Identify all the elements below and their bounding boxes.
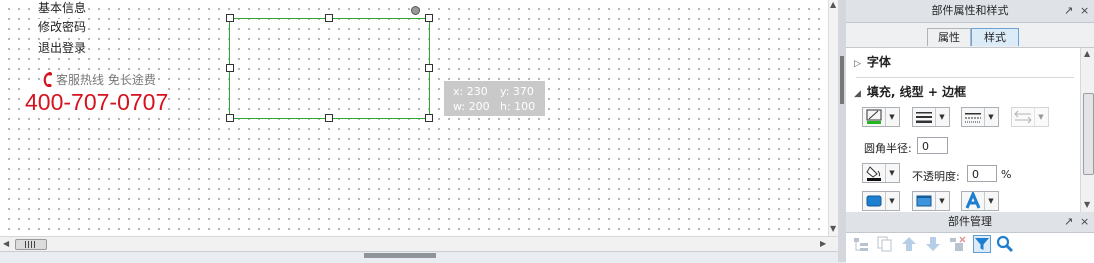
delete-icon[interactable] — [948, 235, 966, 253]
coordinate-tooltip: x: 230 y: 370 w: 200 h: 100 — [444, 81, 545, 116]
resize-handle-e[interactable] — [425, 64, 433, 72]
menu-change-password[interactable]: 修改密码 — [38, 19, 87, 35]
expanded-arrow-icon: ◢ — [854, 89, 861, 99]
chevron-down-icon[interactable]: ▼ — [935, 192, 948, 210]
pin-icon[interactable]: ↗ — [1064, 212, 1073, 232]
scroll-left-icon[interactable]: ◀ — [3, 239, 9, 248]
border-color-icon — [863, 164, 885, 182]
chevron-down-icon[interactable]: ▼ — [1034, 108, 1047, 126]
divider — [856, 77, 1074, 78]
shadow-icon — [863, 192, 885, 210]
line-weight-icon — [913, 108, 935, 126]
chevron-down-icon[interactable]: ▼ — [984, 108, 997, 126]
horizontal-scroll-thumb[interactable] — [15, 239, 47, 250]
tooltip-y: y: 370 — [500, 85, 534, 98]
section-font-label: 字体 — [866, 55, 891, 69]
inner-shadow-button[interactable]: ▼ — [912, 191, 950, 211]
resize-handle-w[interactable] — [226, 64, 234, 72]
move-down-icon[interactable] — [924, 235, 942, 253]
scroll-down-icon[interactable]: ▼ — [1084, 200, 1090, 209]
properties-scrollbar[interactable]: ▲ ▼ — [1080, 48, 1094, 212]
copy-icon[interactable] — [876, 235, 894, 253]
widget-manager-header: 部件管理 ↗ × — [846, 212, 1094, 233]
filter-icon[interactable] — [973, 235, 991, 253]
order-icon[interactable] — [852, 235, 870, 253]
resize-handle-n[interactable] — [325, 14, 333, 22]
corner-radius-input[interactable]: 0 — [917, 137, 948, 154]
resize-handle-sw[interactable] — [226, 114, 234, 122]
opacity-label: 不透明度: — [912, 170, 960, 183]
border-color-button[interactable]: ▼ — [862, 163, 900, 183]
section-fill-label: 填充, 线型 + 边框 — [866, 85, 967, 99]
design-canvas[interactable]: 基本信息 修改密码 退出登录 客服热线 免长途费 400-707-0707 x:… — [0, 0, 838, 236]
section-fill[interactable]: ◢ 填充, 线型 + 边框 — [854, 83, 966, 101]
chevron-down-icon[interactable]: ▼ — [885, 164, 898, 182]
panel-splitter[interactable] — [838, 0, 846, 262]
properties-tabs: 属性 样式 — [846, 23, 1094, 48]
corner-radius-label: 圆角半径: — [864, 142, 912, 155]
scroll-down-icon[interactable]: ▼ — [830, 224, 836, 233]
widget-manager-title: 部件管理 — [948, 215, 992, 228]
collapsed-arrow-icon: ▷ — [854, 59, 861, 69]
opacity-unit: % — [1001, 168, 1012, 181]
resize-handle-ne[interactable] — [425, 14, 433, 22]
line-style-button[interactable]: ▼ — [961, 107, 999, 127]
widget-manager-panel: 部件管理 ↗ × — [846, 212, 1094, 262]
splitter-grip[interactable] — [840, 56, 844, 104]
opacity-input[interactable]: 0 — [967, 165, 997, 182]
close-icon[interactable]: × — [1080, 212, 1089, 232]
resize-handle-nw[interactable] — [226, 14, 234, 22]
grip-icon — [25, 241, 37, 248]
fill-color-icon — [863, 108, 885, 126]
canvas-horizontal-scrollbar[interactable]: ◀ ▶ — [0, 236, 838, 251]
chevron-down-icon[interactable]: ▼ — [885, 108, 898, 126]
tooltip-w: w: 200 — [453, 100, 490, 113]
chevron-down-icon[interactable]: ▼ — [935, 108, 948, 126]
hotline-row: 客服热线 免长途费 — [42, 71, 156, 87]
inner-shadow-icon — [913, 192, 935, 210]
move-up-icon[interactable] — [900, 235, 918, 253]
section-font[interactable]: ▷ 字体 — [854, 53, 891, 71]
tooltip-h: h: 100 — [500, 100, 536, 113]
line-weight-button[interactable]: ▼ — [912, 107, 950, 127]
resize-handle-s[interactable] — [325, 114, 333, 122]
pin-icon[interactable]: ↗ — [1064, 0, 1073, 22]
tab-properties[interactable]: 属性 — [927, 28, 971, 46]
fill-color-button[interactable]: ▼ — [862, 107, 900, 127]
rotate-handle[interactable] — [411, 6, 420, 15]
properties-scroll-thumb[interactable] — [1083, 93, 1094, 175]
menu-basic-info[interactable]: 基本信息 — [38, 0, 87, 16]
text-shadow-icon — [962, 190, 984, 210]
arrow-style-button[interactable]: ▼ — [1011, 107, 1049, 127]
tooltip-x: x: 230 — [453, 85, 488, 98]
resize-handle-se[interactable] — [425, 114, 433, 122]
chevron-down-icon[interactable]: ▼ — [984, 192, 997, 210]
properties-panel-title: 部件属性和样式 — [931, 4, 1009, 17]
text-shadow-button[interactable]: ▼ — [961, 190, 999, 211]
chevron-down-icon[interactable]: ▼ — [885, 192, 898, 210]
scroll-up-icon[interactable]: ▲ — [1084, 49, 1090, 58]
phone-icon — [43, 71, 52, 87]
tab-style[interactable]: 样式 — [971, 28, 1019, 46]
bottom-splitter-handle[interactable] — [364, 253, 436, 258]
search-icon[interactable] — [996, 235, 1014, 253]
arrow-style-icon — [1012, 108, 1034, 126]
properties-panel: 部件属性和样式 ↗ × 属性 样式 ▷ 字体 ◢ 填充, 线型 + 边框 ▼ ▼ ▼… — [846, 0, 1094, 212]
phone-number: 400-707-0707 — [25, 88, 169, 116]
scroll-up-icon[interactable]: ▲ — [830, 0, 836, 9]
widget-manager-toolbar — [846, 233, 1094, 255]
shadow-button[interactable]: ▼ — [862, 191, 900, 211]
menu-logout[interactable]: 退出登录 — [38, 40, 87, 56]
scroll-right-icon[interactable]: ▶ — [820, 239, 826, 248]
properties-panel-header: 部件属性和样式 ↗ × — [846, 0, 1094, 23]
close-icon[interactable]: × — [1080, 0, 1089, 22]
selected-rectangle[interactable] — [229, 18, 430, 119]
hotline-label: 客服热线 免长途费 — [56, 72, 156, 87]
line-style-icon — [962, 108, 984, 126]
